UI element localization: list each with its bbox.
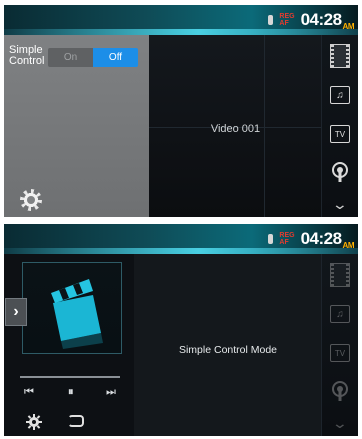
source-sidebar: ♫ TV ⌄ <box>321 254 358 436</box>
simple-control-label-line2: Control <box>9 55 45 67</box>
podcast-source-icon <box>332 162 348 182</box>
reg-label: REG <box>279 232 295 239</box>
simple-control-mode-area[interactable]: Simple Control Mode <box>134 254 322 436</box>
signal-icon <box>268 15 274 25</box>
sidebar-item-music[interactable]: ♫ <box>322 299 358 329</box>
clock-time: 04:28 <box>300 229 342 248</box>
sidebar-item-music[interactable]: ♫ <box>322 80 358 110</box>
source-sidebar: ♫ TV ⌄ <box>321 35 358 217</box>
next-track-icon[interactable]: ⏭ <box>106 386 116 399</box>
clapperboard-icon <box>51 279 103 349</box>
clock-time: 04:28 <box>300 10 342 29</box>
tv-source-icon: TV <box>330 344 350 362</box>
sidebar-more-button[interactable]: ⌄ <box>322 193 358 215</box>
reg-af-badge: REG AF <box>279 13 294 27</box>
af-label: AF <box>279 239 289 246</box>
repeat-icon[interactable] <box>68 415 84 427</box>
more-chevron-icon: ⌄ <box>331 195 349 212</box>
gear-hole <box>27 196 35 204</box>
sidebar-item-podcast[interactable] <box>322 376 358 408</box>
video-source-icon <box>330 263 350 287</box>
music-source-icon: ♫ <box>330 305 350 323</box>
status-indicators: REG AF 04:28AM <box>268 9 355 31</box>
status-bar: REG AF 04:28AM <box>4 5 358 35</box>
podcast-source-icon <box>332 381 348 401</box>
settings-gear-icon[interactable] <box>26 414 42 430</box>
screen-simple-control-mode: REG AF 04:28AM › ⏮ ⏸ ⏭ Simple Control Mo… <box>4 224 358 436</box>
sidebar-item-podcast[interactable] <box>322 157 358 189</box>
screen-simple-control-setting: REG AF 04:28AM Simple Control On Off Vid… <box>4 5 358 217</box>
sidebar-item-tv[interactable]: TV <box>322 338 358 368</box>
af-label: AF <box>279 20 289 27</box>
tv-source-icon: TV <box>330 125 350 143</box>
expand-panel-button[interactable]: › <box>5 298 27 326</box>
progress-bar[interactable] <box>20 376 120 378</box>
video-source-icon <box>330 44 350 68</box>
music-source-icon: ♫ <box>330 86 350 104</box>
pause-icon[interactable]: ⏸ <box>68 386 74 399</box>
clock: 04:28AM <box>300 229 355 250</box>
status-indicators: REG AF 04:28AM <box>268 228 355 250</box>
previous-track-icon[interactable]: ⏮ <box>24 386 34 399</box>
clock-ampm: AM <box>342 22 355 31</box>
toggle-off-button[interactable]: Off <box>93 48 138 67</box>
toggle-on-button[interactable]: On <box>48 48 93 67</box>
clock: 04:28AM <box>300 10 355 31</box>
sidebar-more-button[interactable]: ⌄ <box>322 412 358 434</box>
simple-control-mode-label: Simple Control Mode <box>178 344 278 356</box>
more-chevron-icon: ⌄ <box>331 414 349 431</box>
sidebar-item-tv[interactable]: TV <box>322 119 358 149</box>
simple-control-panel: Simple Control On Off <box>4 35 149 217</box>
signal-icon <box>268 234 274 244</box>
reg-label: REG <box>279 13 295 20</box>
status-bar: REG AF 04:28AM <box>4 224 358 254</box>
clock-ampm: AM <box>342 241 355 250</box>
video-title: Video 001 <box>210 123 261 135</box>
simple-control-label: Simple Control <box>9 45 44 67</box>
settings-gear-icon[interactable] <box>20 189 42 211</box>
sidebar-item-video[interactable] <box>322 41 358 71</box>
media-control-panel: › ⏮ ⏸ ⏭ <box>4 254 134 436</box>
video-playback-area[interactable]: Video 001 <box>149 35 322 217</box>
reg-af-badge: REG AF <box>279 232 294 246</box>
sidebar-item-video[interactable] <box>322 260 358 290</box>
simple-control-toggle: On Off <box>48 48 138 67</box>
album-art-frame <box>22 262 122 354</box>
